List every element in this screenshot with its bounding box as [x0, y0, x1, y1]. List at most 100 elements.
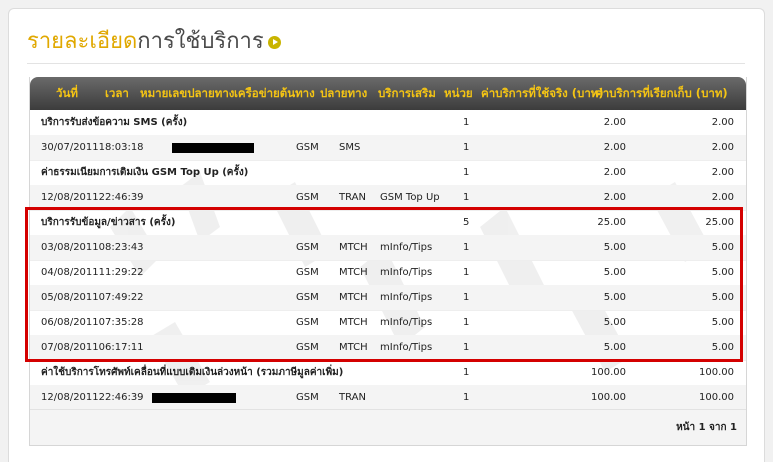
cell-datetime: 12/08/201122:46:39 — [41, 192, 144, 203]
table-row: 30/07/201118:03:18 GSM SMS 1 2.00 2.00 — [30, 135, 746, 161]
table-row: 04/08/201111:29:22 GSM MTCH mInfo/Tips 1 5.00… — [30, 260, 746, 286]
col-actual-charge: ค่าบริการที่ใช้จริง (บาท) — [481, 86, 604, 100]
cell-network: GSM — [296, 292, 319, 303]
cell-billed-charge: 100.00 — [699, 367, 734, 378]
cell-network: GSM — [296, 267, 319, 278]
page-title-rest: การใช้บริการ — [137, 29, 264, 54]
cell-dest-type: MTCH — [339, 317, 368, 328]
cell-network: GSM — [296, 242, 319, 253]
cell-datetime: 05/08/201107:49:22 — [41, 292, 144, 303]
cell-service: mInfo/Tips — [380, 242, 433, 253]
cell-datetime: 03/08/201108:23:43 — [41, 242, 144, 253]
cell-dest-type: MTCH — [339, 292, 368, 303]
section-row: ค่าใช้บริการโทรศัพท์เคลื่อนที่แบบเติมเงิ… — [30, 360, 746, 386]
cell-network: GSM — [296, 192, 319, 203]
section-row: บริการรับส่งข้อความ SMS (ครั้ง) 1 2.00 2.00 — [30, 110, 746, 136]
cell-network: GSM — [296, 142, 319, 153]
cell-network: GSM — [296, 342, 319, 353]
cell-unit: 1 — [463, 192, 470, 203]
cell-service: mInfo/Tips — [380, 267, 433, 278]
cell-unit: 1 — [463, 267, 470, 278]
cell-unit: 1 — [463, 142, 470, 153]
cell-actual-charge: 100.00 — [591, 392, 626, 403]
table-row: 03/08/201108:23:43 GSM MTCH mInfo/Tips 1 5.00… — [30, 235, 746, 261]
table-header: วันที่ เวลา หมายเลขปลายทาง เครือข่ายต้นท… — [30, 77, 746, 110]
cell-dest-type: TRAN — [339, 192, 366, 203]
cell-dest-type: TRAN — [339, 392, 366, 403]
redacted-number — [172, 143, 254, 153]
cell-unit: 1 — [463, 292, 470, 303]
table-row: 12/08/201122:46:39 GSM TRAN GSM Top Up 1 2.00… — [30, 185, 746, 211]
cell-service: mInfo/Tips — [380, 292, 433, 303]
title-divider — [27, 63, 745, 64]
cell-datetime: 12/08/201122:46:39 — [41, 392, 144, 403]
cell-billed-charge: 5.00 — [711, 267, 734, 278]
cell-actual-charge: 2.00 — [603, 167, 626, 178]
table-row: 06/08/201107:35:28 GSM MTCH mInfo/Tips 1 5.00… — [30, 310, 746, 336]
col-origin-network: เครือข่ายต้นทาง — [234, 86, 315, 100]
cell-billed-charge: 2.00 — [711, 117, 734, 128]
pagination: หน้า 1 จาก 1 — [30, 409, 746, 445]
cell-actual-charge: 2.00 — [603, 117, 626, 128]
cell-unit: 1 — [463, 342, 470, 353]
section-label: ค่าธรรมเนียมการเติมเงิน GSM Top Up (ครั้… — [41, 167, 249, 178]
cell-actual-charge: 5.00 — [603, 292, 626, 303]
section-label: ค่าใช้บริการโทรศัพท์เคลื่อนที่แบบเติมเงิ… — [41, 367, 344, 378]
cell-unit: 1 — [463, 167, 470, 178]
section-label: บริการรับข้อมูล/ข่าวสาร (ครั้ง) — [41, 217, 176, 228]
col-dest-number: หมายเลขปลายทาง — [140, 86, 235, 100]
cell-dest-type: MTCH — [339, 342, 368, 353]
cell-unit: 5 — [463, 217, 470, 228]
cell-billed-charge: 5.00 — [711, 342, 734, 353]
usage-table: วันที่ เวลา หมายเลขปลายทาง เครือข่ายต้นท… — [29, 77, 747, 446]
cell-unit: 1 — [463, 317, 470, 328]
cell-actual-charge: 5.00 — [603, 342, 626, 353]
col-dest-network: ปลายทาง — [320, 86, 368, 100]
cell-dest-type: MTCH — [339, 242, 368, 253]
cell-billed-charge: 25.00 — [705, 217, 734, 228]
cell-billed-charge: 2.00 — [711, 167, 734, 178]
cell-unit: 1 — [463, 392, 470, 403]
table-row: 12/08/201122:46:39 GSM TRAN 1 100.00 100.00 — [30, 385, 746, 411]
cell-service: mInfo/Tips — [380, 342, 433, 353]
cell-unit: 1 — [463, 117, 470, 128]
cell-billed-charge: 5.00 — [711, 292, 734, 303]
col-unit: หน่วย — [444, 86, 473, 100]
cell-actual-charge: 5.00 — [603, 317, 626, 328]
page-indicator: หน้า 1 จาก 1 — [676, 422, 737, 433]
col-date: วันที่ — [56, 86, 78, 100]
cell-network: GSM — [296, 317, 319, 328]
redacted-number — [152, 393, 236, 403]
section-label: บริการรับส่งข้อความ SMS (ครั้ง) — [41, 117, 188, 128]
col-billed-charge: ค่าบริการที่เรียกเก็บ (บาท) — [595, 86, 728, 100]
cell-actual-charge: 25.00 — [597, 217, 626, 228]
cell-actual-charge: 5.00 — [603, 267, 626, 278]
col-time: เวลา — [105, 86, 129, 100]
cell-billed-charge: 5.00 — [711, 317, 734, 328]
cell-dest-type: MTCH — [339, 267, 368, 278]
col-extra-service: บริการเสริม — [378, 86, 436, 100]
cell-billed-charge: 2.00 — [711, 142, 734, 153]
cell-actual-charge: 5.00 — [603, 242, 626, 253]
cell-unit: 1 — [463, 242, 470, 253]
table-row: 05/08/201107:49:22 GSM MTCH mInfo/Tips 1 5.00… — [30, 285, 746, 311]
play-circle-icon[interactable] — [267, 36, 281, 49]
cell-unit: 1 — [463, 367, 470, 378]
page-title: รายละเอียดการใช้บริการ — [27, 26, 281, 58]
cell-service: GSM Top Up — [380, 192, 440, 203]
cell-billed-charge: 5.00 — [711, 242, 734, 253]
cell-billed-charge: 100.00 — [699, 392, 734, 403]
cell-datetime: 07/08/201106:17:11 — [41, 342, 144, 353]
table-row: 07/08/201106:17:11 GSM MTCH mInfo/Tips 1 5.00… — [30, 335, 746, 361]
cell-actual-charge: 2.00 — [603, 142, 626, 153]
cell-billed-charge: 2.00 — [711, 192, 734, 203]
section-row: บริการรับข้อมูล/ข่าวสาร (ครั้ง) 5 25.00 25.… — [30, 210, 746, 236]
cell-dest-type: SMS — [339, 142, 361, 153]
cell-datetime: 04/08/201111:29:22 — [41, 267, 144, 278]
cell-actual-charge: 100.00 — [591, 367, 626, 378]
cell-network: GSM — [296, 392, 319, 403]
cell-datetime: 30/07/201118:03:18 — [41, 142, 144, 153]
section-row: ค่าธรรมเนียมการเติมเงิน GSM Top Up (ครั้… — [30, 160, 746, 186]
cell-actual-charge: 2.00 — [603, 192, 626, 203]
cell-datetime: 06/08/201107:35:28 — [41, 317, 144, 328]
